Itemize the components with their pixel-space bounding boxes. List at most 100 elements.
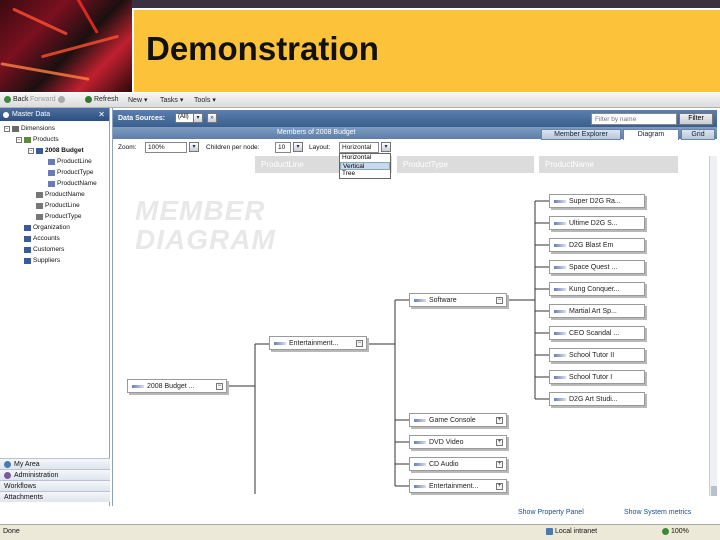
tree-item-customers[interactable]: Customers [24,246,64,253]
node-entertainment[interactable]: Entertainment... − [269,336,367,350]
collapse-toggle-icon[interactable]: − [28,147,34,154]
new-menu[interactable]: New ▾ [128,96,148,105]
collapse-toggle-icon[interactable]: − [16,136,22,143]
hierarchy-icon [36,147,43,154]
node-label: Kung Conquer... [569,285,620,293]
scrollbar-thumb[interactable] [711,486,717,496]
collapse-node-icon[interactable]: − [356,340,363,347]
show-system-metrics-link[interactable]: Show System metrics [624,509,691,516]
tree-item-label: Dimensions [21,125,55,132]
hierarchy-icon [36,213,43,220]
tree-item-label: Accounts [33,235,60,242]
chevron-down-icon: ▾ [212,97,216,104]
collapse-node-icon[interactable]: − [496,297,503,304]
node-dvd-video[interactable]: DVD Video + [409,435,507,449]
hierarchy-icon [24,136,31,143]
vertical-scrollbar[interactable] [709,156,717,496]
slide-title: Demonstration [146,30,379,67]
layout-option-tree[interactable]: Tree [340,170,390,178]
member-icon [554,221,566,225]
hierarchy-icon [24,246,31,253]
hierarchy-icon [36,202,43,209]
node-product-5[interactable]: Kung Conquer... [549,282,645,296]
node-product-8[interactable]: School Tutor II [549,348,645,362]
back-arrow-icon [4,96,11,103]
expand-node-icon[interactable]: + [496,483,503,490]
node-label: D2G Blast Em [569,241,614,249]
expand-node-icon[interactable]: + [496,461,503,468]
node-label: Ultime D2G S... [569,219,618,227]
node-product-4[interactable]: Space Quest ... [549,260,645,274]
node-label: Space Quest ... [569,263,618,271]
tree-item-producttype-2[interactable]: ProductType [36,213,82,220]
collapse-toggle-icon[interactable]: − [4,125,10,132]
tree-item-productname[interactable]: ProductName [48,180,97,187]
member-icon [554,243,566,247]
close-icon[interactable]: ✕ [98,110,105,119]
node-label: CD Audio [429,460,459,468]
tree-item-label: ProductLine [57,158,92,165]
tree-item-productname-2[interactable]: ProductName [36,191,85,198]
back-button[interactable]: Back [4,96,29,103]
node-product-7[interactable]: CEO Scandal ... [549,326,645,340]
tree-item-products[interactable]: − Products [16,136,59,143]
member-icon [414,440,426,444]
node-product-3[interactable]: D2G Blast Em [549,238,645,252]
node-product-1[interactable]: Super D2G Ra... [549,194,645,208]
node-cd-audio[interactable]: CD Audio + [409,457,507,471]
node-2008-budget[interactable]: 2008 Budget ... − [127,379,227,393]
member-icon [554,331,566,335]
tree-item-label: ProductLine [45,202,80,209]
tree-item-organization[interactable]: Organization [24,224,70,231]
nav-administration[interactable]: Administration [0,469,110,480]
info-icon [3,111,9,118]
hierarchy-icon [48,158,55,165]
node-label: School Tutor II [569,351,615,359]
node-product-9[interactable]: School Tutor I [549,370,645,384]
expand-node-icon[interactable]: + [496,439,503,446]
member-icon [554,287,566,291]
collapse-node-icon[interactable]: − [216,383,223,390]
node-game-console[interactable]: Game Console + [409,413,507,427]
forward-button[interactable]: Forward [30,96,65,103]
node-label: Entertainment... [289,339,339,347]
status-zoom[interactable]: 100% [662,528,689,535]
nav-my-area[interactable]: My Area [0,458,110,469]
tasks-menu[interactable]: Tasks ▾ [160,96,184,105]
node-label: Game Console [429,416,476,424]
node-label: CEO Scandal ... [569,329,620,337]
layout-option-vertical[interactable]: Vertical [340,162,390,170]
status-text: Done [3,528,20,535]
refresh-button[interactable]: Refresh [85,96,119,103]
tools-menu[interactable]: Tools ▾ [194,96,216,105]
tree-item-label: Organization [33,224,70,231]
node-product-2[interactable]: Ultime D2G S... [549,216,645,230]
hierarchy-icon [24,224,31,231]
node-product-6[interactable]: Martial Art Sp... [549,304,645,318]
layout-option-horizontal[interactable]: Horizontal [340,154,390,162]
tree-item-2008-budget[interactable]: − 2008 Budget [28,147,84,154]
member-icon [132,384,144,388]
node-software[interactable]: Software − [409,293,507,307]
tree-item-productline[interactable]: ProductLine [48,158,92,165]
nav-attachments[interactable]: Attachments [0,491,110,502]
member-icon [554,199,566,203]
node-product-10[interactable]: D2G Art Studi... [549,392,645,406]
tree-item-productline-2[interactable]: ProductLine [36,202,80,209]
show-property-panel-link[interactable]: Show Property Panel [518,509,584,516]
node-entertainment-2[interactable]: Entertainment... + [409,479,507,493]
tree-item-suppliers[interactable]: Suppliers [24,257,60,264]
expand-node-icon[interactable]: + [496,417,503,424]
tree-item-accounts[interactable]: Accounts [24,235,60,242]
my-area-icon [4,460,11,468]
tree-item-label: ProductName [57,180,97,187]
tree-item-producttype[interactable]: ProductType [48,169,94,176]
hierarchy-icon [48,180,55,187]
hierarchy-icon [12,125,19,132]
tree-item-label: 2008 Budget [45,147,84,154]
node-label: 2008 Budget ... [147,382,195,390]
tree-item-dimensions[interactable]: − Dimensions [4,125,55,132]
nav-workflows[interactable]: Workflows [0,480,110,491]
tree-item-label: ProductType [57,169,94,176]
chevron-down-icon: ▾ [179,97,184,104]
